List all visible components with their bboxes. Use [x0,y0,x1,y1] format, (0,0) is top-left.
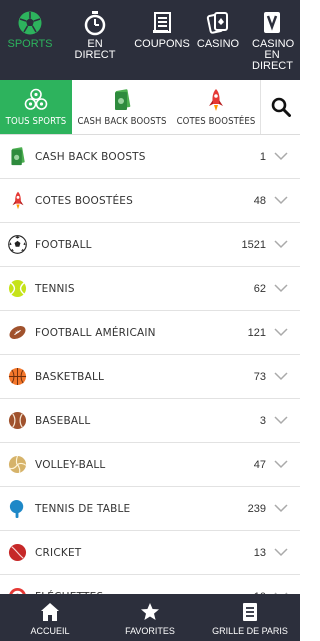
stopwatch-icon [60,10,130,36]
playing-cards-icon [194,10,242,36]
chevron-down-icon[interactable] [274,546,288,560]
sport-name: CRICKET [35,546,82,559]
sport-name: FOOTBALL AMÉRICAIN [35,326,156,339]
soccer-ball-icon [0,10,60,36]
event-count: 13 [253,546,266,559]
cash-stack-icon [8,147,27,166]
tab-cash-back-boosts-label: CASH BACK BOOSTS [77,116,167,127]
tab-all-sports-label: TOUS SPORTS [5,116,67,127]
sport-name: BASKETBALL [35,370,105,383]
nav-live[interactable]: EN DIRECT [60,0,130,80]
sport-name: TENNIS DE TABLE [35,502,131,515]
nav-coupons[interactable]: COUPONS [130,0,194,80]
list-item-volleyball[interactable]: VOLLEY-BALL 47 [0,443,300,487]
chevron-down-icon[interactable] [274,150,288,164]
list-item-cricket[interactable]: CRICKET 13 [0,531,300,575]
nav-coupons-label: COUPONS [134,38,190,50]
nav-live-casino-label: CASINO EN DIRECT [252,38,295,72]
american-football-icon [8,323,27,342]
tab-boosted-odds-label: COTES BOOSTÉES [176,116,256,127]
event-count: 47 [253,458,266,471]
live-casino-card-icon [242,10,300,36]
list-item-baseball[interactable]: BASEBALL 3 [0,399,300,443]
nav-sports-label: SPORTS [7,38,53,50]
event-count: 1521 [241,238,266,251]
chevron-down-icon[interactable] [274,326,288,340]
tab-cash-back-boosts[interactable]: CASH BACK BOOSTS [72,80,172,134]
chevron-down-icon[interactable] [274,370,288,384]
nav-casino-label: CASINO [196,38,240,50]
home-icon [0,601,100,623]
tab-boosted-odds[interactable]: COTES BOOSTÉES [172,80,260,134]
nav-bet-slip[interactable]: GRILLE DE PARIS [200,594,300,641]
soccer-ball-icon [8,235,27,254]
chevron-down-icon[interactable] [274,502,288,516]
sport-name: CASH BACK BOOSTS [35,150,146,163]
nav-favorites[interactable]: FAVORITES [100,594,200,641]
event-count: 1 [259,150,266,163]
star-icon [100,601,200,623]
rocket-icon [172,88,260,112]
list-item-tennis[interactable]: TENNIS 62 [0,267,300,311]
event-count: 48 [253,194,266,207]
sport-name: BASEBALL [35,414,91,427]
coupon-icon [130,10,194,36]
cash-stack-icon [72,88,172,112]
nav-sports[interactable]: SPORTS [0,0,60,80]
list-item-table-tennis[interactable]: TENNIS DE TABLE 239 [0,487,300,531]
chevron-down-icon[interactable] [274,238,288,252]
cricket-ball-icon [8,543,27,562]
list-item-football[interactable]: FOOTBALL 1521 [0,223,300,267]
bottom-navigation: ACCUEIL FAVORITES GRILLE DE PARIS [0,594,300,641]
rocket-icon [8,191,27,210]
nav-bet-slip-label: GRILLE DE PARIS [212,626,288,636]
sport-name: VOLLEY-BALL [35,458,106,471]
event-count: 73 [253,370,266,383]
volleyball-icon [8,455,27,474]
sport-name: FOOTBALL [35,238,92,251]
event-count: 62 [253,282,266,295]
sport-filter-tabs: TOUS SPORTS CASH BACK BOOSTS COTES BOOST… [0,80,300,135]
search-icon [271,97,291,117]
list-item-basketball[interactable]: BASKETBALL 73 [0,355,300,399]
list-item-boosted-odds[interactable]: COTES BOOSTÉES 48 [0,179,300,223]
search-button[interactable] [260,80,300,134]
chevron-down-icon[interactable] [274,282,288,296]
list-item-american-football[interactable]: FOOTBALL AMÉRICAIN 121 [0,311,300,355]
list-item-cash-back-boosts[interactable]: CASH BACK BOOSTS 1 [0,135,300,179]
tennis-ball-icon [8,279,27,298]
nav-home-label: ACCUEIL [30,626,70,636]
bet-slip-icon [200,601,300,623]
event-count: 121 [247,326,266,339]
top-navigation: SPORTS EN DIRECT COUPONS CASINO CASINO E… [0,0,300,80]
nav-live-casino[interactable]: CASINO EN DIRECT [242,0,300,80]
chevron-down-icon[interactable] [274,194,288,208]
nav-live-label: EN DIRECT [74,38,116,61]
nav-home[interactable]: ACCUEIL [0,594,100,641]
baseball-icon [8,411,27,430]
ping-pong-paddle-icon [8,499,27,518]
sports-list: CASH BACK BOOSTS 1 COTES BOOSTÉES 48 FOO… [0,135,300,619]
chevron-down-icon[interactable] [274,414,288,428]
sport-name: COTES BOOSTÉES [35,194,134,207]
nav-favorites-label: FAVORITES [125,626,175,636]
sport-name: TENNIS [35,282,75,295]
tab-all-sports[interactable]: TOUS SPORTS [0,80,72,134]
basketball-icon [8,367,27,386]
event-count: 3 [259,414,266,427]
nav-casino[interactable]: CASINO [194,0,242,80]
event-count: 239 [247,502,266,515]
chevron-down-icon[interactable] [274,458,288,472]
sports-balls-icon [0,88,72,112]
